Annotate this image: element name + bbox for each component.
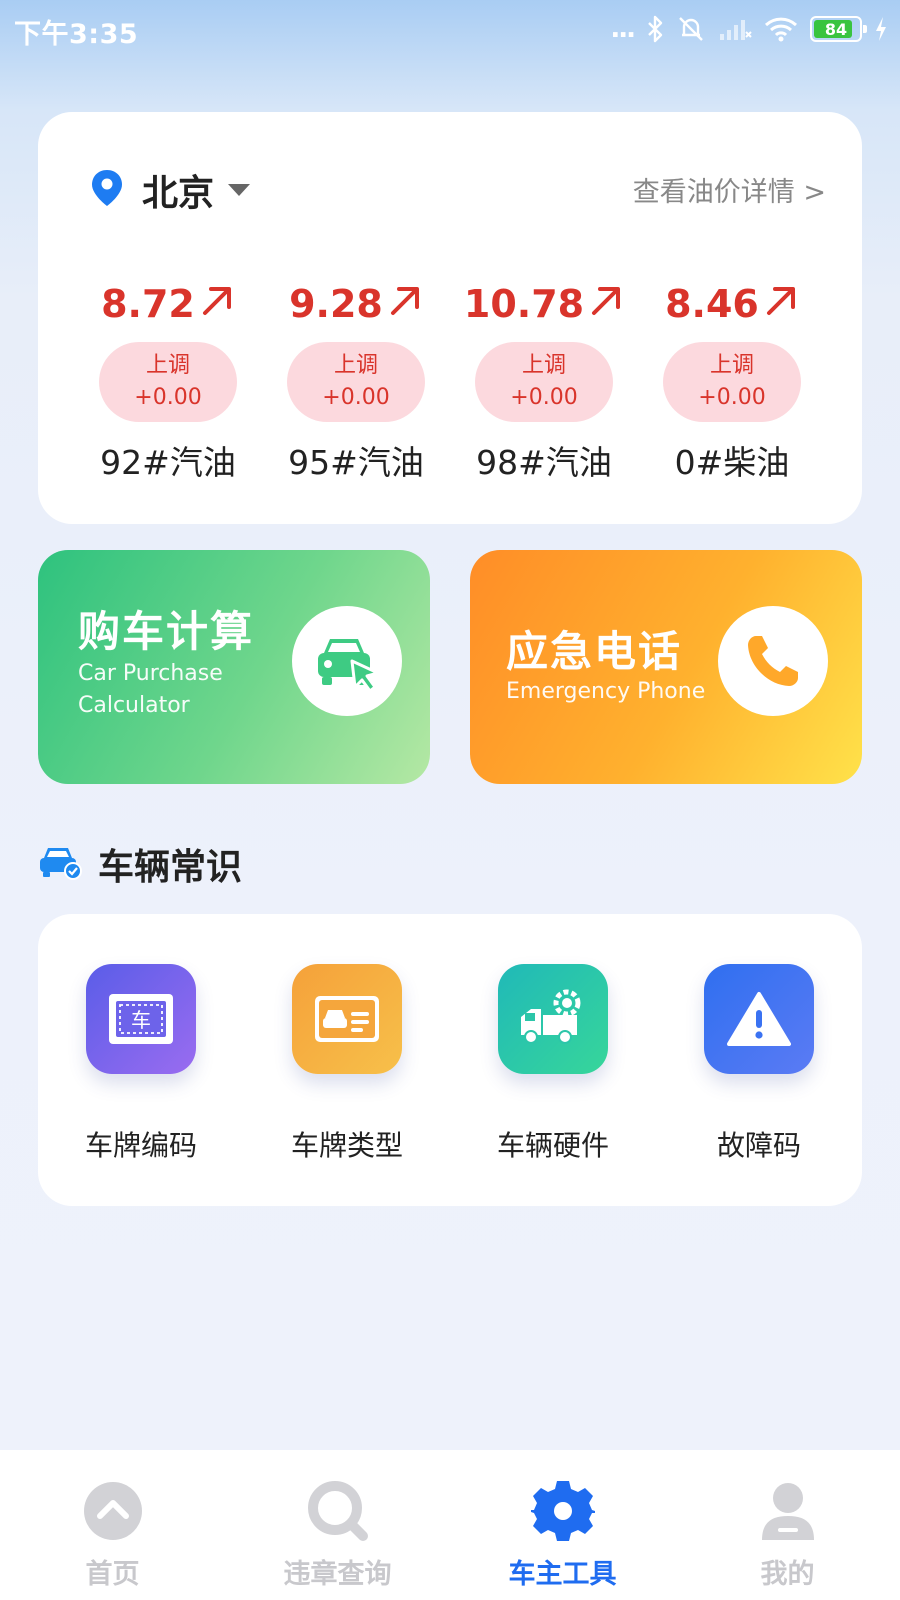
tool-label: 车辆硬件 [496,1129,609,1162]
vehicle-knowledge-card: 车 车牌编码 车牌类型 车辆硬件 故障码 [38,914,862,1206]
price-value-row: 8.46 [665,280,799,328]
price-change-badge: 上调 +0.00 [99,342,237,422]
price-value-row: 9.28 [289,280,423,328]
tab-owner-tools[interactable]: 车主工具 [450,1450,675,1600]
plate-code-icon: 车 [86,964,196,1074]
plate-type-icon [292,964,402,1074]
price-value: 9.28 [289,282,383,326]
price-change-badge: 上调 +0.00 [287,342,425,422]
change-value: +0.00 [322,385,390,410]
arrow-up-right-icon [759,282,799,327]
car-cursor-icon [292,606,402,716]
tool-label: 故障码 [716,1129,801,1162]
oil-price-item: 8.46 上调 +0.00 0#柴油 [638,280,826,484]
tab-label: 车主工具 [508,1559,617,1590]
price-value: 8.46 [665,282,759,326]
change-label: 上调 [145,353,190,378]
bottom-tab-bar: 首页 违章查询 车主工具 我的 [0,1450,900,1600]
tool-plate-code[interactable]: 车 车牌编码 [38,964,244,1164]
emergency-phone-card[interactable]: 应急电话 Emergency Phone [470,550,862,784]
person-icon [760,1480,816,1542]
oil-price-item: 10.78 上调 +0.00 98#汽油 [450,280,638,484]
more-dots: ... [610,14,636,44]
bluetooth-icon [646,15,664,43]
car-check-icon [38,844,82,884]
tab-label: 我的 [760,1559,815,1590]
tool-fault-code[interactable]: 故障码 [656,964,862,1164]
warning-icon [704,964,814,1074]
tab-label: 违章查询 [283,1559,392,1590]
change-label: 上调 [333,353,378,378]
tool-label: 车牌类型 [290,1129,403,1162]
city-selector[interactable]: 北京 [90,164,251,216]
section-title: 车辆常识 [98,847,243,888]
tool-vehicle-hardware[interactable]: 车辆硬件 [450,964,656,1164]
price-change-badge: 上调 +0.00 [663,342,801,422]
oil-price-detail-link[interactable]: 查看油价详情 > [633,170,826,209]
change-value: +0.00 [698,385,766,410]
arrow-up-right-icon [195,282,235,327]
calculator-title: 购车计算 [78,607,255,656]
status-time: 下午3:35 [14,19,139,50]
truck-gear-icon [498,964,608,1074]
signal-icon [718,16,752,42]
search-icon [307,1480,369,1542]
vehicle-knowledge-header: 车辆常识 [38,838,242,890]
change-label: 上调 [521,353,566,378]
charging-icon [874,16,888,42]
emergency-title: 应急电话 [506,627,683,676]
home-icon [83,1480,143,1542]
tab-home[interactable]: 首页 [0,1450,225,1600]
oil-price-item: 9.28 上调 +0.00 95#汽油 [262,280,450,484]
fuel-type: 0#柴油 [674,443,790,482]
change-value: +0.00 [134,385,202,410]
status-bar: 下午3:35 ... 84 [0,0,900,56]
tool-label: 车牌编码 [84,1129,197,1162]
arrow-up-right-icon [584,282,624,327]
location-pin-icon [90,168,124,212]
phone-icon [718,606,828,716]
fuel-type: 98#汽油 [476,443,612,482]
price-change-badge: 上调 +0.00 [475,342,613,422]
calculator-subtitle-line1: Car Purchase [78,661,223,686]
change-label: 上调 [709,353,754,378]
change-value: +0.00 [510,385,578,410]
chevron-down-icon [228,184,251,196]
tab-mine[interactable]: 我的 [675,1450,900,1600]
price-value-row: 8.72 [101,280,235,328]
tab-label: 首页 [85,1559,140,1590]
bell-muted-icon [676,14,706,44]
price-value: 10.78 [463,282,585,326]
price-value-row: 10.78 [464,280,624,328]
tool-grid: 车 车牌编码 车牌类型 车辆硬件 故障码 [38,964,862,1164]
oil-price-card: 北京 查看油价详情 > 8.72 上调 +0.00 92#汽油 9.28 上调 … [38,112,862,524]
tool-plate-type[interactable]: 车牌类型 [244,964,450,1164]
price-value: 8.72 [101,282,195,326]
wifi-icon [764,16,798,42]
oil-price-item: 8.72 上调 +0.00 92#汽油 [74,280,262,484]
battery-icon: 84 [810,16,867,42]
fuel-type: 92#汽油 [100,443,236,482]
gear-icon [530,1480,595,1542]
emergency-subtitle: Emergency Phone [506,679,706,704]
battery-level: 84 [824,19,848,39]
calculator-subtitle-line2: Calculator [78,693,190,718]
fuel-type: 95#汽油 [288,443,424,482]
arrow-up-right-icon [383,282,423,327]
car-purchase-calculator-card[interactable]: 购车计算 Car Purchase Calculator [38,550,430,784]
plate-char: 车 [131,1008,151,1032]
status-icons: ... 84 [610,12,888,46]
oil-price-list: 8.72 上调 +0.00 92#汽油 9.28 上调 +0.00 95#汽油 … [74,280,826,484]
city-name: 北京 [142,173,215,214]
tab-violation-query[interactable]: 违章查询 [225,1450,450,1600]
